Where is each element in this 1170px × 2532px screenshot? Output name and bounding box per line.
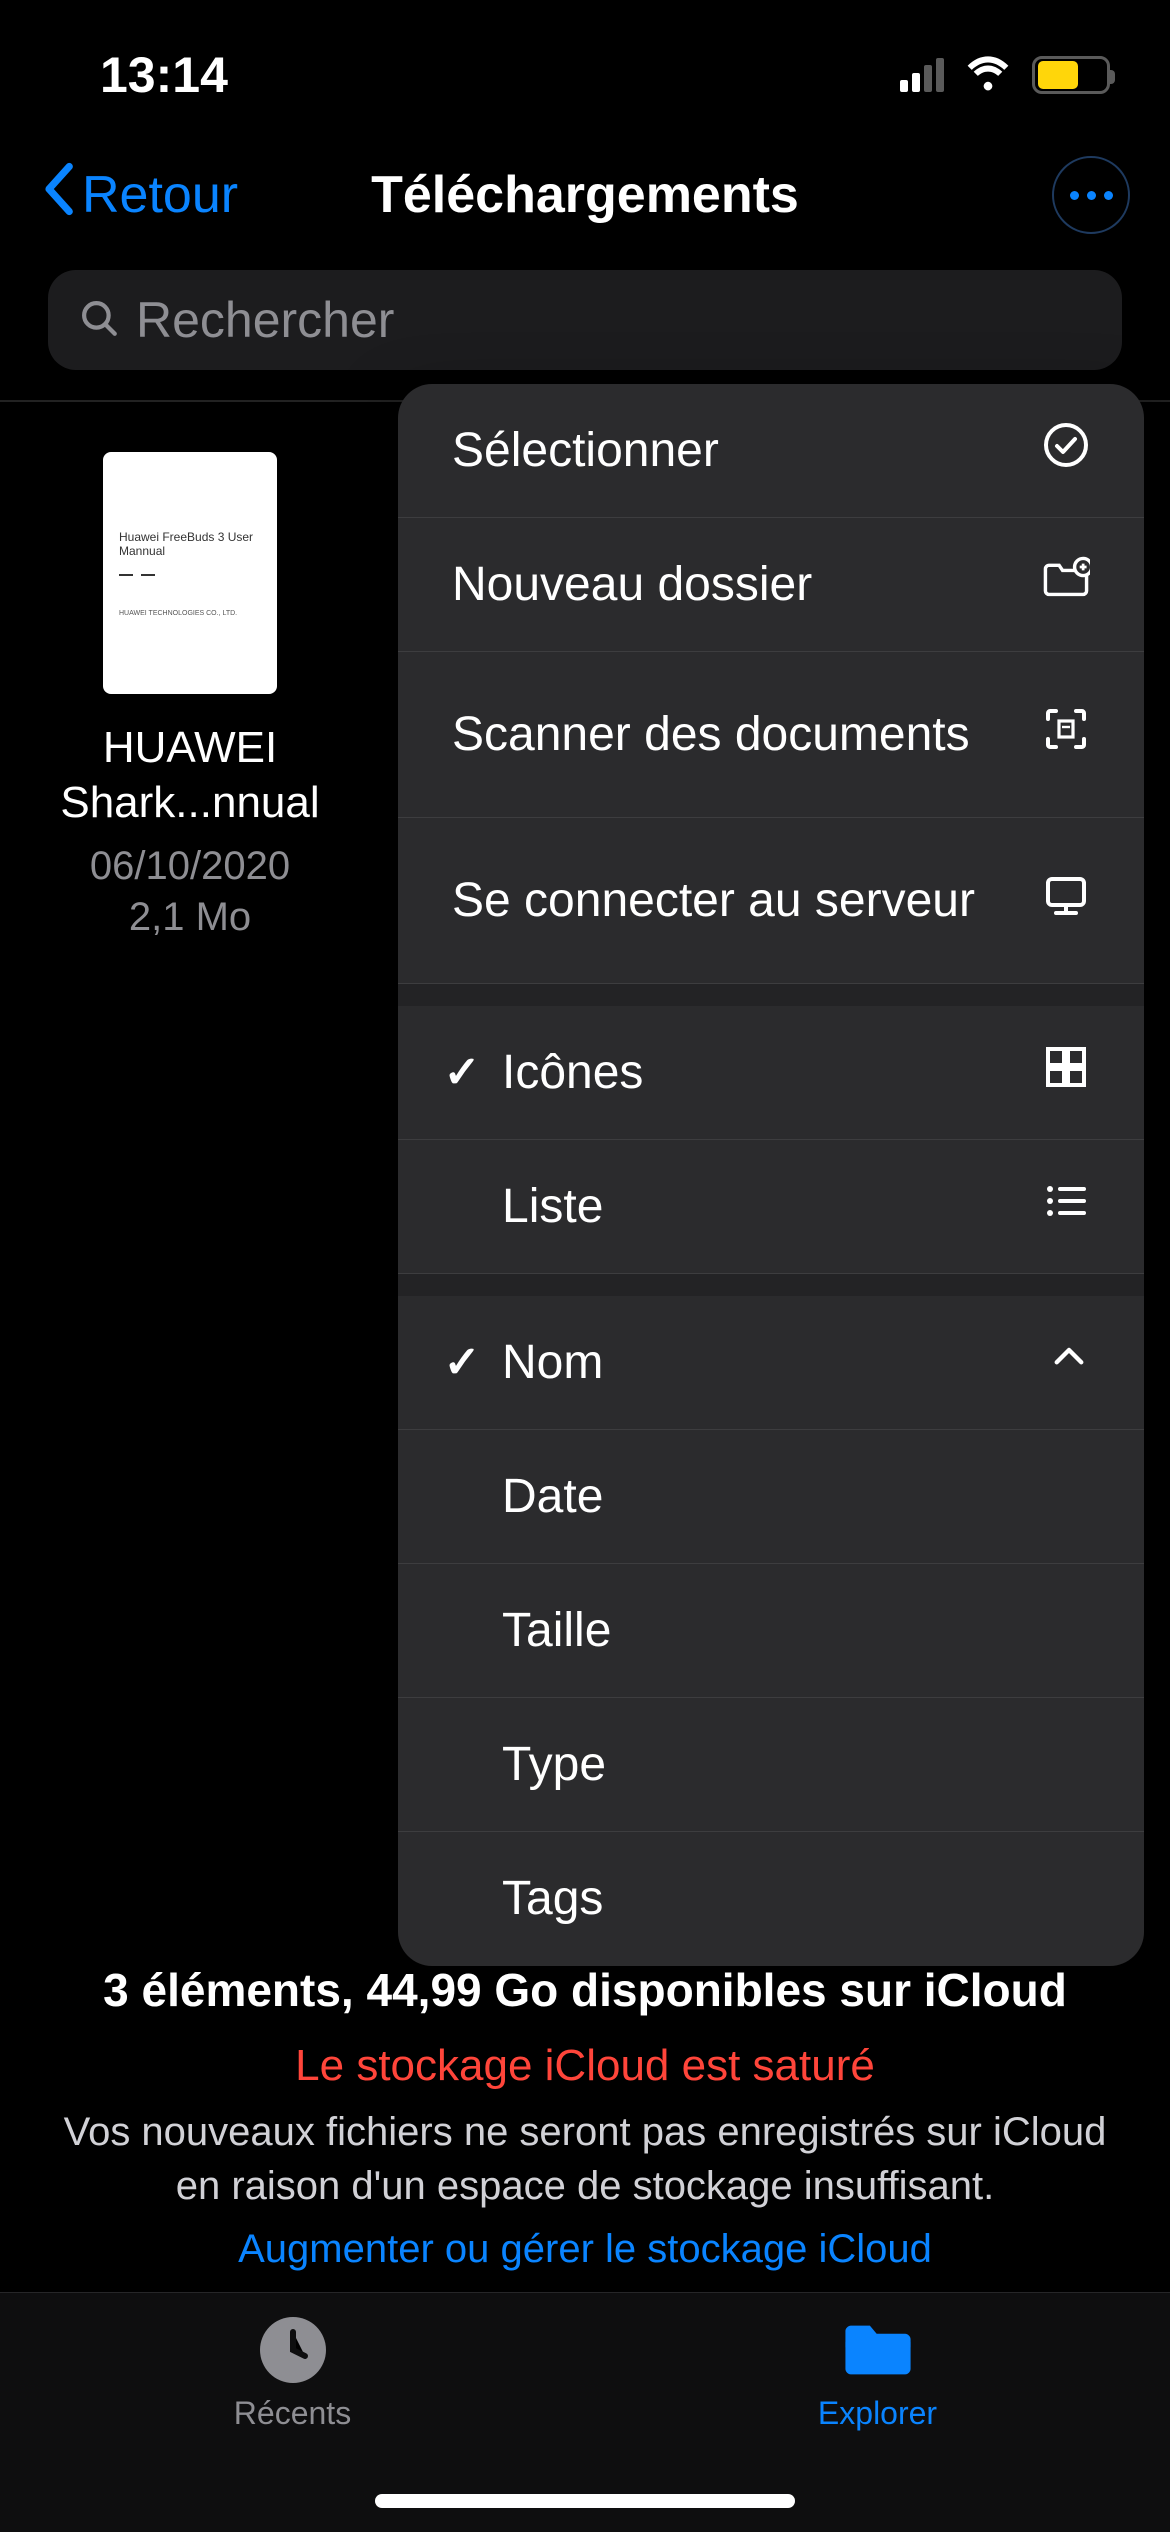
file-date: 06/10/2020 bbox=[40, 844, 340, 889]
checkmark-icon bbox=[434, 1337, 490, 1388]
status-time: 13:14 bbox=[100, 46, 228, 104]
storage-warning-text: Vos nouveaux fichiers ne seront pas enre… bbox=[60, 2105, 1110, 2213]
folder-icon bbox=[840, 2315, 916, 2385]
server-icon bbox=[1042, 871, 1090, 931]
menu-item-scan-documents[interactable]: Scanner des documents bbox=[398, 652, 1144, 818]
search-input[interactable] bbox=[136, 291, 1092, 349]
tab-bar: Récents Explorer bbox=[0, 2292, 1170, 2532]
chevron-up-icon bbox=[1048, 1335, 1090, 1390]
status-indicators bbox=[900, 46, 1110, 104]
menu-item-view-icons[interactable]: Icônes bbox=[398, 1006, 1144, 1140]
search-icon bbox=[78, 297, 120, 344]
file-name-line2: Shark...nnual bbox=[40, 775, 340, 830]
context-menu: Sélectionner Nouveau dossier Scanner des… bbox=[398, 384, 1144, 1966]
tab-recents-label: Récents bbox=[234, 2395, 351, 2432]
file-size: 2,1 Mo bbox=[40, 895, 340, 940]
menu-item-sort-name[interactable]: Nom bbox=[398, 1296, 1144, 1430]
folder-plus-icon bbox=[1042, 555, 1090, 615]
checkmark-icon bbox=[434, 1047, 490, 1098]
menu-separator bbox=[398, 1274, 1144, 1296]
grid-icon bbox=[1042, 1043, 1090, 1103]
menu-separator bbox=[398, 984, 1144, 1006]
home-indicator[interactable] bbox=[375, 2494, 795, 2508]
menu-item-sort-size[interactable]: Taille bbox=[398, 1564, 1144, 1698]
menu-item-sort-date[interactable]: Date bbox=[398, 1430, 1144, 1564]
search-field[interactable] bbox=[48, 270, 1122, 370]
file-item[interactable]: Huawei FreeBuds 3 User Mannual HUAWEI TE… bbox=[40, 452, 340, 940]
menu-item-select[interactable]: Sélectionner bbox=[398, 384, 1144, 518]
back-label: Retour bbox=[82, 165, 238, 225]
status-bar: 13:14 bbox=[0, 0, 1170, 130]
file-name-line1: HUAWEI bbox=[40, 720, 340, 775]
cellular-signal-icon bbox=[900, 58, 944, 92]
manage-storage-link[interactable]: Augmenter ou gérer le stockage iCloud bbox=[60, 2227, 1110, 2272]
footer-summary: 3 éléments, 44,99 Go disponibles sur iCl… bbox=[0, 1963, 1170, 2272]
thumb-title: Huawei FreeBuds 3 User Mannual bbox=[119, 530, 261, 558]
scan-icon bbox=[1042, 705, 1090, 765]
menu-item-new-folder[interactable]: Nouveau dossier bbox=[398, 518, 1144, 652]
menu-item-connect-server[interactable]: Se connecter au serveur bbox=[398, 818, 1144, 984]
clock-icon bbox=[255, 2315, 331, 2385]
navigation-bar: Retour Téléchargements bbox=[0, 130, 1170, 260]
file-thumbnail: Huawei FreeBuds 3 User Mannual HUAWEI TE… bbox=[103, 452, 277, 694]
menu-item-sort-tags[interactable]: Tags bbox=[398, 1832, 1144, 1966]
tab-browse-label: Explorer bbox=[818, 2395, 937, 2432]
ellipsis-icon bbox=[1070, 191, 1113, 200]
chevron-left-icon bbox=[40, 162, 76, 229]
wifi-icon bbox=[962, 46, 1014, 104]
list-icon bbox=[1042, 1177, 1090, 1237]
menu-item-view-list[interactable]: Liste bbox=[398, 1140, 1144, 1274]
storage-warning-title: Le stockage iCloud est saturé bbox=[60, 2041, 1110, 2091]
items-summary: 3 éléments, 44,99 Go disponibles sur iCl… bbox=[60, 1963, 1110, 2017]
menu-item-sort-type[interactable]: Type bbox=[398, 1698, 1144, 1832]
battery-icon bbox=[1032, 56, 1110, 94]
check-circle-icon bbox=[1042, 421, 1090, 481]
back-button[interactable]: Retour bbox=[40, 162, 238, 229]
more-button[interactable] bbox=[1052, 156, 1130, 234]
